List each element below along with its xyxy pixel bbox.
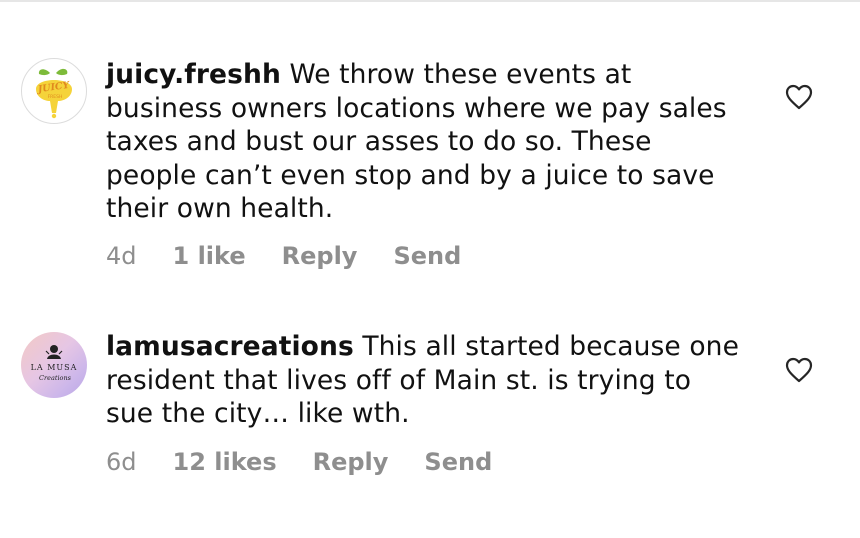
send-button[interactable]: Send	[424, 448, 492, 476]
comment-likes-link[interactable]: 1 like	[173, 242, 246, 270]
avatar[interactable]: LA MUSA Creations	[21, 332, 87, 398]
juicy-fresh-logo-icon: JUICY FRESH	[35, 68, 72, 119]
comment-likes-link[interactable]: 12 likes	[173, 448, 277, 476]
comment-meta: 6d 12 likes Reply Send	[106, 448, 528, 476]
avatar-brand-text: LA MUSA	[31, 363, 78, 372]
reply-button[interactable]: Reply	[282, 242, 358, 270]
send-button[interactable]: Send	[393, 242, 461, 270]
avatar-brand-subtext: FRESH	[48, 94, 63, 100]
comment-meta: 4d 1 like Reply Send	[106, 242, 497, 270]
comment-username[interactable]: lamusacreations	[106, 331, 354, 362]
heart-outline-icon[interactable]	[785, 357, 813, 383]
la-musa-logo-icon: LA MUSA Creations	[31, 345, 78, 382]
comment-body: juicy.freshh We throw these events at bu…	[106, 58, 746, 226]
top-divider	[0, 0, 860, 2]
comment-age: 6d	[106, 448, 137, 476]
comment-age: 4d	[106, 242, 137, 270]
heart-outline-icon[interactable]	[785, 84, 813, 110]
comment-body: lamusacreations This all started because…	[106, 330, 746, 431]
comment-username[interactable]: juicy.freshh	[106, 59, 281, 90]
avatar-brand-subtext: Creations	[39, 374, 72, 382]
reply-button[interactable]: Reply	[313, 448, 389, 476]
avatar[interactable]: JUICY FRESH	[21, 58, 87, 124]
